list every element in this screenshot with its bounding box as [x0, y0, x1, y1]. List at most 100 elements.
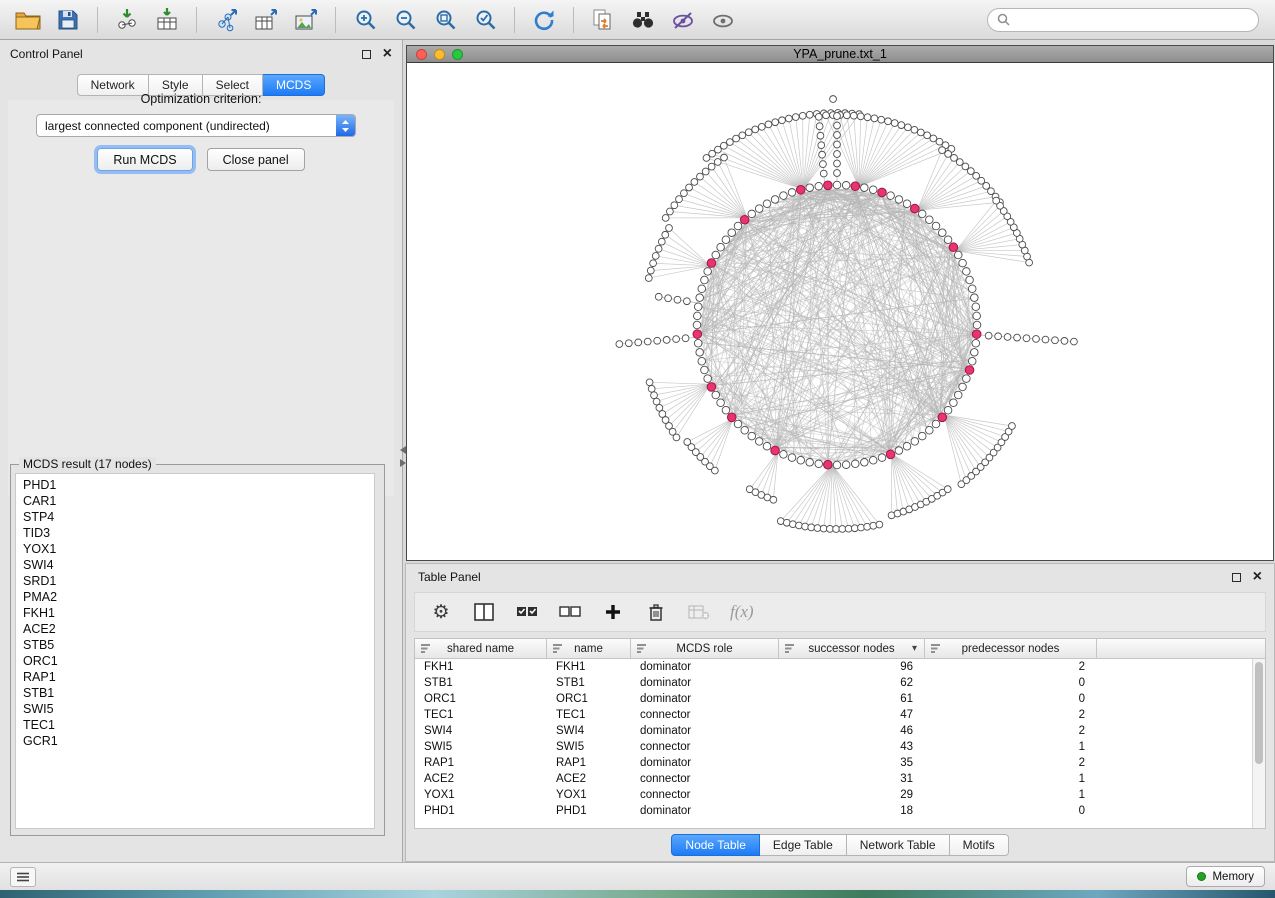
table-cell[interactable]: 46 — [779, 725, 925, 737]
network-hub-node[interactable] — [740, 215, 749, 224]
table-cell[interactable]: STB1 — [547, 677, 631, 689]
zoom-out-button[interactable] — [387, 5, 423, 35]
import-network-button[interactable] — [109, 5, 145, 35]
mcds-result-item[interactable]: SRD1 — [23, 573, 374, 589]
network-node[interactable] — [1004, 334, 1011, 341]
maximize-window-icon[interactable] — [452, 49, 463, 60]
network-node[interactable] — [728, 229, 736, 237]
tab-edge-table[interactable]: Edge Table — [760, 834, 847, 856]
network-node[interactable] — [645, 275, 652, 282]
table-cell[interactable]: FKH1 — [547, 661, 631, 673]
table-cell[interactable]: STB1 — [415, 677, 547, 689]
export-table-button[interactable] — [248, 5, 284, 35]
network-hub-node[interactable] — [938, 413, 947, 422]
mcds-result-item[interactable]: RAP1 — [23, 669, 374, 685]
close-window-icon[interactable] — [416, 49, 427, 60]
network-node[interactable] — [834, 132, 841, 139]
network-node[interactable] — [938, 229, 946, 237]
column-header-shared-name[interactable]: shared name — [415, 639, 547, 658]
table-cell[interactable]: dominator — [631, 757, 779, 769]
mcds-result-list[interactable]: PHD1CAR1STP4TID3YOX1SWI4SRD1PMA2FKH1ACE2… — [15, 473, 375, 829]
table-cell[interactable]: 31 — [779, 773, 925, 785]
table-cell[interactable]: ORC1 — [547, 693, 631, 705]
network-node[interactable] — [655, 293, 662, 300]
network-node[interactable] — [878, 454, 886, 462]
show-graphics-details-button[interactable] — [705, 5, 741, 35]
close-panel-button[interactable]: Close panel — [207, 148, 305, 171]
table-cell[interactable]: PHD1 — [415, 805, 547, 817]
network-node[interactable] — [647, 267, 654, 274]
table-cell[interactable]: 1 — [925, 789, 1097, 801]
network-node[interactable] — [788, 189, 796, 197]
network-node[interactable] — [898, 122, 905, 129]
network-node[interactable] — [808, 524, 815, 531]
network-node[interactable] — [944, 486, 951, 493]
network-node[interactable] — [820, 525, 827, 532]
table-cell[interactable]: 2 — [925, 725, 1097, 737]
network-node[interactable] — [785, 115, 792, 122]
network-node[interactable] — [820, 170, 827, 177]
network-node[interactable] — [708, 163, 715, 170]
network-node[interactable] — [815, 113, 822, 120]
table-cell[interactable]: RAP1 — [415, 757, 547, 769]
network-node[interactable] — [780, 192, 788, 200]
mcds-result-item[interactable]: TEC1 — [23, 717, 374, 733]
network-node[interactable] — [665, 295, 672, 302]
network-node[interactable] — [944, 236, 952, 244]
network-node[interactable] — [954, 391, 962, 399]
network-node[interactable] — [796, 522, 803, 529]
network-node[interactable] — [939, 147, 946, 154]
table-row[interactable]: FKH1FKH1dominator962 — [415, 659, 1252, 675]
table-cell[interactable]: YOX1 — [547, 789, 631, 801]
network-node[interactable] — [799, 112, 806, 119]
network-node[interactable] — [755, 205, 763, 213]
network-node[interactable] — [972, 339, 980, 347]
network-node[interactable] — [792, 114, 799, 121]
table-cell[interactable]: 0 — [925, 677, 1097, 689]
network-node[interactable] — [1009, 423, 1016, 430]
table-cell[interactable]: connector — [631, 709, 779, 721]
splitter-collapse-left-icon[interactable] — [400, 446, 406, 454]
network-node[interactable] — [823, 112, 830, 119]
table-cell[interactable]: RAP1 — [547, 757, 631, 769]
close-panel-icon[interactable]: × — [383, 49, 392, 59]
network-node[interactable] — [697, 173, 704, 180]
network-node[interactable] — [704, 375, 712, 383]
network-hub-node[interactable] — [886, 450, 895, 459]
network-node[interactable] — [717, 399, 725, 407]
network-node[interactable] — [748, 210, 756, 218]
network-node[interactable] — [674, 296, 681, 303]
network-node[interactable] — [755, 438, 763, 446]
network-node[interactable] — [1071, 338, 1078, 345]
mcds-result-item[interactable]: STB1 — [23, 685, 374, 701]
memory-button[interactable]: Memory — [1186, 866, 1265, 887]
network-node[interactable] — [666, 208, 673, 215]
network-node[interactable] — [648, 385, 655, 392]
table-row[interactable]: TEC1TEC1connector472 — [415, 707, 1252, 723]
network-node[interactable] — [876, 521, 883, 528]
table-cell[interactable]: connector — [631, 741, 779, 753]
network-node[interactable] — [903, 442, 911, 450]
network-node[interactable] — [895, 447, 903, 455]
network-node[interactable] — [871, 115, 878, 122]
network-node[interactable] — [722, 236, 730, 244]
table-cell[interactable]: 43 — [779, 741, 925, 753]
mcds-result-item[interactable]: CAR1 — [23, 493, 374, 509]
network-node[interactable] — [681, 190, 688, 197]
network-node[interactable] — [834, 122, 841, 129]
network-hub-node[interactable] — [771, 446, 780, 455]
network-node[interactable] — [985, 332, 992, 339]
network-node[interactable] — [924, 132, 931, 139]
scrollbar-thumb[interactable] — [1255, 662, 1263, 764]
network-node[interactable] — [966, 276, 974, 284]
network-node[interactable] — [676, 196, 683, 203]
refresh-view-button[interactable] — [526, 5, 562, 35]
clone-network-button[interactable] — [585, 5, 621, 35]
network-node[interactable] — [973, 312, 981, 320]
network-node[interactable] — [704, 268, 712, 276]
table-cell[interactable]: SWI4 — [415, 725, 547, 737]
table-cell[interactable]: SWI4 — [547, 725, 631, 737]
network-hub-node[interactable] — [707, 383, 716, 392]
chevron-down-icon[interactable]: ▾ — [912, 644, 917, 654]
table-cell[interactable]: 29 — [779, 789, 925, 801]
